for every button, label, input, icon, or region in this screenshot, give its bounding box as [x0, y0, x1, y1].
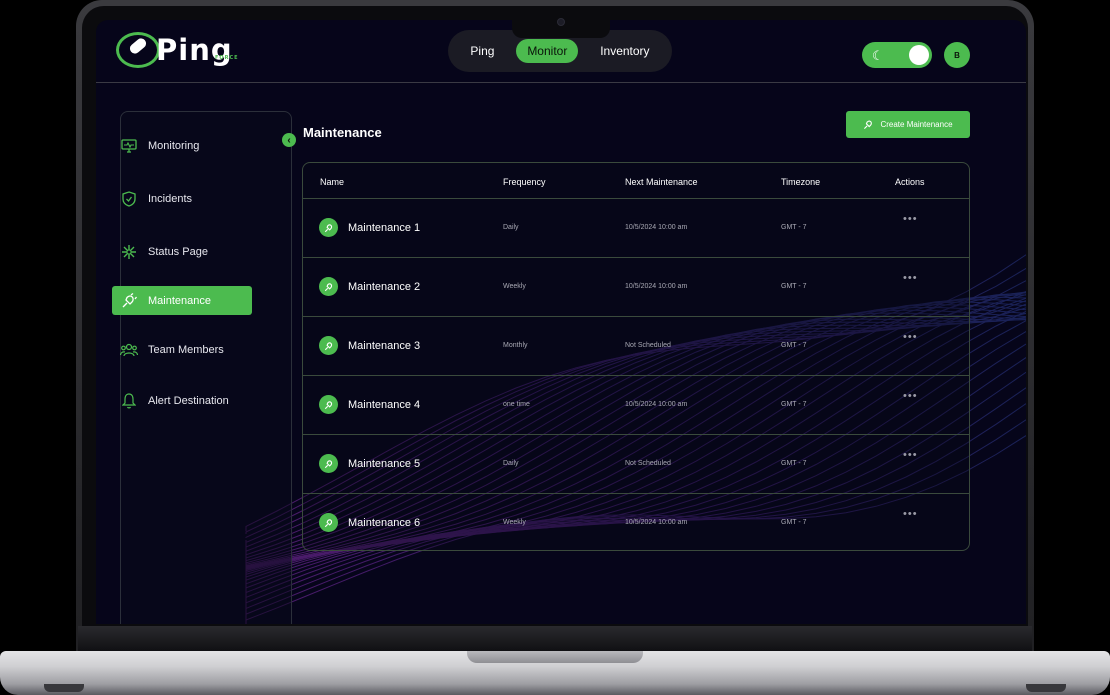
monitor-icon: [120, 137, 138, 155]
page-title: Maintenance: [303, 125, 382, 140]
row-actions-menu[interactable]: •••: [903, 508, 918, 520]
sidebar-item-alert-destination[interactable]: Alert Destination: [112, 386, 252, 415]
plug-icon: [120, 292, 138, 310]
table-row[interactable]: Maintenance 5 Daily Not Scheduled GMT - 7 ••…: [303, 435, 969, 494]
plug-icon: [319, 277, 338, 296]
tab-ping[interactable]: Ping: [459, 39, 505, 63]
ping-force-logo[interactable]: Ping FORCE: [116, 32, 239, 68]
next-maintenance-cell: Not Scheduled: [625, 460, 671, 467]
brand-sub: FORCE: [215, 55, 239, 61]
laptop-foot-left: [44, 684, 84, 692]
camera-notch: [512, 6, 610, 38]
table-row[interactable]: Maintenance 1 Daily 10/5/2024 10:00 am GMT …: [303, 199, 969, 258]
row-actions-menu[interactable]: •••: [903, 390, 918, 402]
maintenance-name[interactable]: Maintenance 5: [348, 458, 420, 470]
toggle-knob: [909, 45, 929, 65]
frequency-cell: Weekly: [503, 283, 526, 290]
sidebar-item-monitoring[interactable]: Monitoring: [112, 131, 252, 160]
plug-icon: [319, 513, 338, 532]
maintenance-table: Name Frequency Next Maintenance Timezone…: [302, 162, 970, 551]
row-actions-menu[interactable]: •••: [903, 213, 918, 225]
plug-icon: [319, 454, 338, 473]
plug-icon: [319, 336, 338, 355]
table-row[interactable]: Maintenance 6 Weekly 10/5/2024 10:00 am GMT…: [303, 494, 969, 550]
table-row[interactable]: Maintenance 3 Monthly Not Scheduled GMT - 7…: [303, 317, 969, 376]
app-screen: Ping FORCE Ping Monitor Inventory ☾ B ‹: [96, 20, 1026, 624]
screen-bezel: Ping FORCE Ping Monitor Inventory ☾ B ‹: [82, 6, 1028, 652]
sidebar-item-status-page[interactable]: Status Page: [112, 237, 252, 266]
timezone-cell: GMT - 7: [781, 283, 807, 290]
header-divider: [96, 82, 1026, 83]
timezone-cell: GMT - 7: [781, 342, 807, 349]
sidebar-item-label: Team Members: [148, 343, 224, 356]
rocket-icon: [116, 32, 160, 68]
frequency-cell: Daily: [503, 460, 519, 467]
column-header-name: Name: [320, 177, 345, 187]
bell-icon: [120, 392, 138, 410]
next-maintenance-cell: 10/5/2024 10:00 am: [625, 519, 688, 526]
frequency-cell: one time: [503, 401, 530, 408]
create-maintenance-button[interactable]: Create Maintenance: [846, 111, 970, 138]
frequency-cell: Weekly: [503, 519, 526, 526]
sidebar-item-incidents[interactable]: Incidents: [112, 184, 252, 213]
frequency-cell: Daily: [503, 224, 519, 231]
team-icon: [120, 341, 138, 359]
next-maintenance-cell: 10/5/2024 10:00 am: [625, 283, 688, 290]
sidebar-item-label: Monitoring: [148, 139, 200, 152]
sidebar-item-label: Maintenance: [148, 294, 211, 307]
maintenance-name[interactable]: Maintenance 1: [348, 222, 420, 234]
sidebar-item-team-members[interactable]: Team Members: [112, 335, 252, 364]
maintenance-name[interactable]: Maintenance 6: [348, 517, 420, 529]
next-maintenance-cell: Not Scheduled: [625, 342, 671, 349]
sidebar-item-label: Status Page: [148, 245, 208, 258]
moon-icon: ☾: [872, 48, 884, 63]
brand-name: Ping FORCE: [156, 33, 239, 67]
laptop-base-notch: [467, 651, 643, 663]
next-maintenance-cell: 10/5/2024 10:00 am: [625, 401, 688, 408]
create-maintenance-label: Create Maintenance: [880, 120, 953, 129]
plug-icon: [319, 218, 338, 237]
camera-icon: [557, 18, 565, 26]
tab-monitor[interactable]: Monitor: [516, 39, 579, 63]
table-row[interactable]: Maintenance 4 one time 10/5/2024 10:00 am G…: [303, 376, 969, 435]
maintenance-name[interactable]: Maintenance 3: [348, 340, 420, 352]
table-row[interactable]: Maintenance 2 Weekly 10/5/2024 10:00 am GMT…: [303, 258, 969, 317]
maintenance-name[interactable]: Maintenance 2: [348, 281, 420, 293]
tab-inventory[interactable]: Inventory: [589, 39, 660, 63]
column-header-next-maintenance: Next Maintenance: [625, 177, 698, 187]
next-maintenance-cell: 10/5/2024 10:00 am: [625, 224, 688, 231]
asterisk-icon: [120, 243, 138, 261]
plug-icon: [863, 119, 874, 130]
laptop-chin: [78, 626, 1032, 652]
maintenance-name[interactable]: Maintenance 4: [348, 399, 420, 411]
theme-toggle[interactable]: ☾: [862, 42, 932, 68]
column-header-actions: Actions: [895, 177, 925, 187]
timezone-cell: GMT - 7: [781, 519, 807, 526]
table-header: Name Frequency Next Maintenance Timezone…: [303, 163, 969, 199]
column-header-timezone: Timezone: [781, 177, 821, 187]
row-actions-menu[interactable]: •••: [903, 272, 918, 284]
plug-icon: [319, 395, 338, 414]
frequency-cell: Monthly: [503, 342, 528, 349]
row-actions-menu[interactable]: •••: [903, 449, 918, 461]
laptop-lid: Ping FORCE Ping Monitor Inventory ☾ B ‹: [76, 0, 1034, 652]
sidebar-item-maintenance[interactable]: Maintenance: [112, 286, 252, 315]
timezone-cell: GMT - 7: [781, 401, 807, 408]
laptop-foot-right: [1026, 684, 1066, 692]
sidebar-item-label: Incidents: [148, 192, 193, 205]
timezone-cell: GMT - 7: [781, 460, 807, 467]
timezone-cell: GMT - 7: [781, 224, 807, 231]
collapse-sidebar-button[interactable]: ‹: [282, 133, 296, 147]
shield-icon: [120, 190, 138, 208]
column-header-frequency: Frequency: [503, 177, 546, 187]
sidebar-item-label: Alert Destination: [148, 394, 229, 407]
row-actions-menu[interactable]: •••: [903, 331, 918, 343]
laptop-mockup: Ping FORCE Ping Monitor Inventory ☾ B ‹: [0, 0, 1110, 695]
user-avatar[interactable]: B: [944, 42, 970, 68]
